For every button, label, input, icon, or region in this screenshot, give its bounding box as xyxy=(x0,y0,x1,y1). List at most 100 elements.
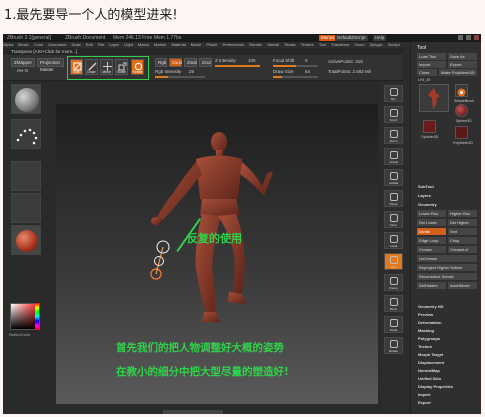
tool-section-geometry-hd[interactable]: Geometry HD xyxy=(418,304,444,309)
shelf-scale-button[interactable]: Scale xyxy=(384,316,403,333)
zsub-toggle[interactable]: Zsub xyxy=(184,58,197,67)
geometry-delhidden-button[interactable]: DelHidden xyxy=(417,282,446,289)
move-mode-button[interactable]: Move xyxy=(100,59,113,75)
cylinder3d-thumbnail[interactable] xyxy=(423,120,436,133)
shelf-rotate-button[interactable]: Rotate xyxy=(384,337,403,354)
export-button[interactable]: Export xyxy=(448,61,477,68)
simplebrush-thumbnail[interactable] xyxy=(455,84,468,97)
texture-thumbnail[interactable] xyxy=(11,193,41,223)
scale-mode-button[interactable]: Scale xyxy=(115,59,128,75)
shelf-floor-button[interactable]: Floor xyxy=(384,211,403,228)
tool-section-display-properties[interactable]: Display Properties xyxy=(418,384,453,389)
geometry-edge-loop-button[interactable]: Edge Loop xyxy=(417,237,446,244)
maximize-icon[interactable] xyxy=(466,35,471,40)
polymesh3d-thumbnail[interactable] xyxy=(455,126,468,139)
draw-mode-button[interactable]: Draw xyxy=(85,59,98,75)
subtool-section[interactable]: SubTool xyxy=(418,184,434,189)
geometry-del-higher-button[interactable]: Del Higher xyxy=(448,219,477,226)
shelf-frame-button[interactable]: Frame xyxy=(384,274,403,291)
geometry-reconstruct-subdiv-button[interactable]: Reconstruct Subdiv xyxy=(417,273,477,280)
menus-button[interactable]: Menus xyxy=(319,35,337,41)
geometry-higher-res-button[interactable]: Higher Res xyxy=(448,210,477,217)
shelf-xyz-button[interactable]: Xyz xyxy=(384,253,403,270)
tool-section-masking[interactable]: Masking xyxy=(418,328,434,333)
shelf-zoom-button[interactable]: Zoom xyxy=(384,127,403,144)
rgb-intensity-slider[interactable] xyxy=(155,76,205,78)
menu-item-picker[interactable]: Picker xyxy=(206,42,217,47)
sphere3d-thumbnail[interactable] xyxy=(455,104,468,117)
menu-item-marker[interactable]: Marker xyxy=(154,42,166,47)
menu-item-material[interactable]: Material xyxy=(171,42,185,47)
menu-item-preferences[interactable]: Preferences xyxy=(223,42,245,47)
menu-item-zscript[interactable]: Zscript xyxy=(388,42,400,47)
load-tool-button[interactable]: Load Tool xyxy=(417,53,446,60)
tool-section-displacement[interactable]: Displacement xyxy=(418,360,444,365)
shelf-aahalf-button[interactable]: AAHalf xyxy=(384,169,403,186)
make-polymesh-button[interactable]: Make PolyMesh3D xyxy=(439,69,477,76)
projection-master-button[interactable]: Projection Master xyxy=(37,58,64,72)
menu-item-macro[interactable]: Macro xyxy=(138,42,149,47)
menu-item-stroke[interactable]: Stroke xyxy=(284,42,296,47)
geometry-crisp-button[interactable]: Crisp xyxy=(448,237,477,244)
tool-section-unified-skin[interactable]: Unified Skin xyxy=(418,376,441,381)
tool-section-import[interactable]: Import xyxy=(418,392,430,397)
tool-section-polygroups[interactable]: Polygroups xyxy=(418,336,440,341)
menu-item-stencil[interactable]: Stencil xyxy=(267,42,279,47)
menu-item-alpha[interactable]: Alpha xyxy=(3,42,13,47)
menu-item-transform[interactable]: Transform xyxy=(331,42,349,47)
draw-size-slider[interactable] xyxy=(273,76,318,78)
menu-item-movie[interactable]: Movie xyxy=(191,42,202,47)
shelf-actual-button[interactable]: Actual xyxy=(384,148,403,165)
menu-item-light[interactable]: Light xyxy=(124,42,133,47)
geometry-del-lower-button[interactable]: Del Lower xyxy=(417,219,446,226)
edit-mode-button[interactable]: Edit xyxy=(70,59,83,75)
zadd-toggle[interactable]: Zadd xyxy=(169,58,182,67)
menu-item-zplugin[interactable]: Zplugin xyxy=(370,42,383,47)
menu-item-texture[interactable]: Texture xyxy=(301,42,314,47)
focal-shift-slider[interactable] xyxy=(273,65,318,67)
shelf-scroll-button[interactable]: Scroll xyxy=(384,106,403,123)
tool-section-normalmap[interactable]: NormalMap xyxy=(418,368,440,373)
clone-button[interactable]: Clone xyxy=(417,69,437,76)
geometry-crease-button[interactable]: Crease xyxy=(417,246,446,253)
geometry-reproject-higher-subdiv-button[interactable]: Reproject Higher Subdiv xyxy=(417,264,477,271)
shelf-local-button[interactable]: Local xyxy=(384,232,403,249)
hue-strip[interactable] xyxy=(35,303,39,330)
material-thumbnail[interactable] xyxy=(11,225,41,255)
geometry-creaselvl-button[interactable]: CreaseLvl xyxy=(448,246,477,253)
switch-color-label[interactable]: SwitchColor xyxy=(9,332,30,337)
menu-item-render[interactable]: Render xyxy=(249,42,262,47)
viewport-scroll-handle[interactable] xyxy=(163,410,223,414)
tool-section-texture[interactable]: Texture xyxy=(418,344,432,349)
menu-item-layer[interactable]: Layer xyxy=(109,42,119,47)
alpha-thumbnail[interactable] xyxy=(11,161,41,191)
help-button[interactable]: Help xyxy=(373,35,387,41)
shelf-bpr-button[interactable]: Bpr xyxy=(384,85,403,102)
geometry-section[interactable]: Geometry xyxy=(418,202,437,207)
layers-section[interactable]: Layers xyxy=(418,193,431,198)
import-button[interactable]: Import xyxy=(417,61,446,68)
rotate-mode-button[interactable]: Rotate xyxy=(131,59,144,75)
geometry-smt-button[interactable]: Smt xyxy=(448,228,477,235)
geometry-uncrease-button[interactable]: UnCrease xyxy=(417,255,477,262)
canvas-viewport[interactable]: 反复的使用 首先我们的把人物调整好大概的姿势 在教小的细分中把大型尽量的塑造好! xyxy=(56,104,378,404)
shelf-persp-button[interactable]: Persp xyxy=(384,190,403,207)
brush-thumbnail[interactable] xyxy=(11,84,41,114)
geometry-lower-res-button[interactable]: Lower Res xyxy=(417,210,446,217)
shelf-move-button[interactable]: Move xyxy=(384,295,403,312)
tool-section-deformation[interactable]: Deformation xyxy=(418,320,442,325)
menu-item-color[interactable]: Color xyxy=(34,42,44,47)
tool-section-morph-target[interactable]: Morph Target xyxy=(418,352,443,357)
human-figure-model[interactable] xyxy=(56,104,378,404)
zcut-toggle[interactable]: Zcut xyxy=(199,58,212,67)
menu-item-tool[interactable]: Tool xyxy=(319,42,326,47)
menu-item-draw[interactable]: Draw xyxy=(71,42,80,47)
save-as-button[interactable]: Save As xyxy=(448,53,477,60)
geometry-insertmesh-button[interactable]: InsertMesh xyxy=(448,282,477,289)
menu-item-edit[interactable]: Edit xyxy=(86,42,93,47)
menu-item-document[interactable]: Document xyxy=(48,42,66,47)
menu-item-zoom[interactable]: Zoom xyxy=(354,42,364,47)
menu-item-file[interactable]: File xyxy=(98,42,104,47)
rgb-toggle[interactable]: Rgb xyxy=(155,58,167,67)
geometry-divide-button[interactable]: Divide xyxy=(417,228,446,235)
